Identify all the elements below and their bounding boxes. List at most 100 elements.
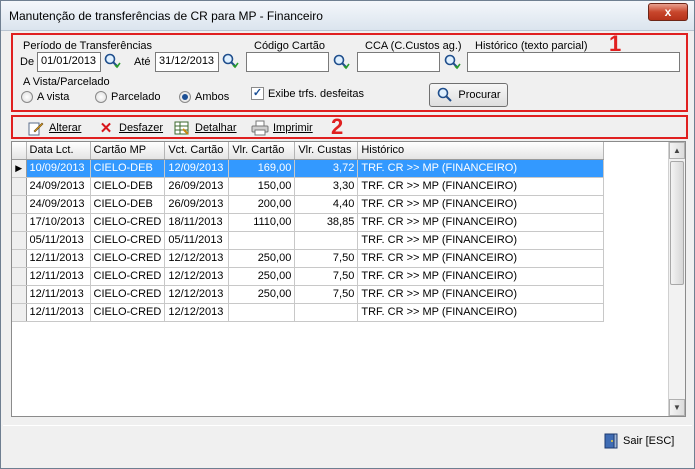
- table-row[interactable]: ▶ 10/09/2013 CIELO-DEB 12/09/2013 169,00 3,72…: [12, 159, 605, 178]
- row-indicator[interactable]: [12, 267, 27, 286]
- row-indicator[interactable]: [12, 213, 27, 232]
- historico-input[interactable]: [467, 52, 680, 72]
- table-cell[interactable]: TRF. CR >> MP (FINANCEIRO): [357, 267, 605, 286]
- date-to-search-icon[interactable]: [221, 52, 239, 70]
- table-cell[interactable]: 10/09/2013: [26, 159, 91, 178]
- exibe-desfeitas-checkbox[interactable]: ✓ Exibe trfs. desfeitas: [251, 87, 364, 100]
- table-cell[interactable]: 38,85: [294, 213, 359, 232]
- radio-a-vista-dot[interactable]: [21, 91, 33, 103]
- table-cell[interactable]: CIELO-CRED: [90, 303, 166, 322]
- table-cell[interactable]: 26/09/2013: [164, 177, 230, 196]
- table-cell[interactable]: [294, 303, 359, 322]
- radio-ambos-dot[interactable]: [179, 91, 191, 103]
- scroll-up-arrow-icon[interactable]: ▲: [669, 142, 685, 159]
- table-cell[interactable]: 26/09/2013: [164, 195, 230, 214]
- table-cell[interactable]: CIELO-DEB: [90, 177, 166, 196]
- alterar-button[interactable]: Alterar: [27, 119, 81, 137]
- table-row[interactable]: 12/11/2013 CIELO-CRED 12/12/2013 TRF. CR >>…: [12, 303, 605, 322]
- col-header-cartao-mp[interactable]: Cartão MP: [90, 142, 166, 160]
- table-cell[interactable]: CIELO-DEB: [90, 159, 166, 178]
- row-indicator[interactable]: [12, 285, 27, 304]
- col-header-vct-cartao[interactable]: Vct. Cartão: [164, 142, 230, 160]
- table-cell[interactable]: TRF. CR >> MP (FINANCEIRO): [357, 303, 605, 322]
- table-cell[interactable]: 169,00: [228, 159, 296, 178]
- table-cell[interactable]: 250,00: [228, 267, 296, 286]
- table-cell[interactable]: 3,30: [294, 177, 359, 196]
- row-indicator[interactable]: [12, 249, 27, 268]
- row-indicator[interactable]: [12, 195, 27, 214]
- table-cell[interactable]: TRF. CR >> MP (FINANCEIRO): [357, 285, 605, 304]
- col-header-data-lct[interactable]: Data Lct.: [26, 142, 91, 160]
- table-cell[interactable]: TRF. CR >> MP (FINANCEIRO): [357, 159, 605, 178]
- row-indicator[interactable]: [12, 303, 27, 322]
- table-row[interactable]: 24/09/2013 CIELO-DEB 26/09/2013 150,00 3,30 T…: [12, 177, 605, 196]
- col-header-vlr-cartao[interactable]: Vlr. Cartão: [228, 142, 296, 160]
- radio-ambos[interactable]: Ambos: [179, 91, 229, 103]
- table-row[interactable]: 12/11/2013 CIELO-CRED 12/12/2013 250,00 7,50…: [12, 249, 605, 268]
- table-cell[interactable]: CIELO-CRED: [90, 249, 166, 268]
- table-cell[interactable]: 12/12/2013: [164, 249, 230, 268]
- table-row[interactable]: 05/11/2013 CIELO-CRED 05/11/2013 TRF. CR >>…: [12, 231, 605, 250]
- cca-input[interactable]: [357, 52, 440, 72]
- sair-button[interactable]: Sair [ESC]: [603, 433, 674, 449]
- table-cell[interactable]: 3,72: [294, 159, 359, 178]
- date-from-search-icon[interactable]: [103, 52, 121, 70]
- table-row[interactable]: 24/09/2013 CIELO-DEB 26/09/2013 200,00 4,40 T…: [12, 195, 605, 214]
- row-pointer-icon[interactable]: ▶: [12, 159, 27, 178]
- detalhar-button[interactable]: Detalhar: [173, 119, 237, 137]
- table-row[interactable]: 12/11/2013 CIELO-CRED 12/12/2013 250,00 7,50…: [12, 267, 605, 286]
- table-cell[interactable]: 12/11/2013: [26, 249, 91, 268]
- table-cell[interactable]: 7,50: [294, 267, 359, 286]
- table-cell[interactable]: 05/11/2013: [164, 231, 230, 250]
- table-cell[interactable]: [228, 231, 296, 250]
- date-from-input[interactable]: 01/01/2013: [37, 52, 101, 72]
- codigo-cartao-input[interactable]: [246, 52, 329, 72]
- table-cell[interactable]: TRF. CR >> MP (FINANCEIRO): [357, 231, 605, 250]
- table-cell[interactable]: CIELO-CRED: [90, 267, 166, 286]
- table-cell[interactable]: 17/10/2013: [26, 213, 91, 232]
- cca-search-icon[interactable]: [443, 53, 461, 71]
- radio-a-vista[interactable]: A vista: [21, 91, 69, 103]
- table-cell[interactable]: [294, 231, 359, 250]
- row-indicator[interactable]: [12, 231, 27, 250]
- date-to-input[interactable]: 31/12/2013: [155, 52, 219, 72]
- table-cell[interactable]: 05/11/2013: [26, 231, 91, 250]
- transfers-grid[interactable]: Data Lct. Cartão MP Vct. Cartão Vlr. Car…: [11, 141, 686, 417]
- procurar-button[interactable]: Procurar: [429, 83, 508, 107]
- table-cell[interactable]: 12/12/2013: [164, 303, 230, 322]
- table-cell[interactable]: TRF. CR >> MP (FINANCEIRO): [357, 177, 605, 196]
- table-cell[interactable]: TRF. CR >> MP (FINANCEIRO): [357, 249, 605, 268]
- table-row[interactable]: 12/11/2013 CIELO-CRED 12/12/2013 250,00 7,50…: [12, 285, 605, 304]
- table-row[interactable]: 17/10/2013 CIELO-CRED 18/11/2013 1110,00 38,…: [12, 213, 605, 232]
- table-cell[interactable]: 250,00: [228, 285, 296, 304]
- scroll-down-arrow-icon[interactable]: ▼: [669, 399, 685, 416]
- table-cell[interactable]: 7,50: [294, 249, 359, 268]
- table-cell[interactable]: CIELO-CRED: [90, 231, 166, 250]
- table-cell[interactable]: 12/11/2013: [26, 267, 91, 286]
- desfazer-button[interactable]: ✕ Desfazer: [97, 119, 163, 137]
- table-cell[interactable]: 12/11/2013: [26, 285, 91, 304]
- table-cell[interactable]: 4,40: [294, 195, 359, 214]
- table-cell[interactable]: 200,00: [228, 195, 296, 214]
- col-header-vlr-custas[interactable]: Vlr. Custas: [294, 142, 359, 160]
- table-cell[interactable]: 12/11/2013: [26, 303, 91, 322]
- codigo-cartao-search-icon[interactable]: [332, 53, 350, 71]
- table-cell[interactable]: 24/09/2013: [26, 195, 91, 214]
- table-cell[interactable]: 24/09/2013: [26, 177, 91, 196]
- exibe-desfeitas-check-icon[interactable]: ✓: [251, 87, 264, 100]
- scrollbar-thumb[interactable]: [670, 161, 684, 285]
- table-cell[interactable]: CIELO-CRED: [90, 285, 166, 304]
- radio-parcelado[interactable]: Parcelado: [95, 91, 161, 103]
- row-indicator[interactable]: [12, 177, 27, 196]
- table-cell[interactable]: TRF. CR >> MP (FINANCEIRO): [357, 195, 605, 214]
- table-cell[interactable]: TRF. CR >> MP (FINANCEIRO): [357, 213, 605, 232]
- imprimir-button[interactable]: Imprimir: [251, 119, 313, 137]
- grid-vertical-scrollbar[interactable]: ▲ ▼: [668, 142, 685, 416]
- table-cell[interactable]: CIELO-CRED: [90, 213, 166, 232]
- table-cell[interactable]: 150,00: [228, 177, 296, 196]
- table-cell[interactable]: CIELO-DEB: [90, 195, 166, 214]
- table-cell[interactable]: 250,00: [228, 249, 296, 268]
- table-cell[interactable]: [228, 303, 296, 322]
- col-header-historico[interactable]: Histórico: [357, 142, 605, 160]
- table-cell[interactable]: 12/12/2013: [164, 267, 230, 286]
